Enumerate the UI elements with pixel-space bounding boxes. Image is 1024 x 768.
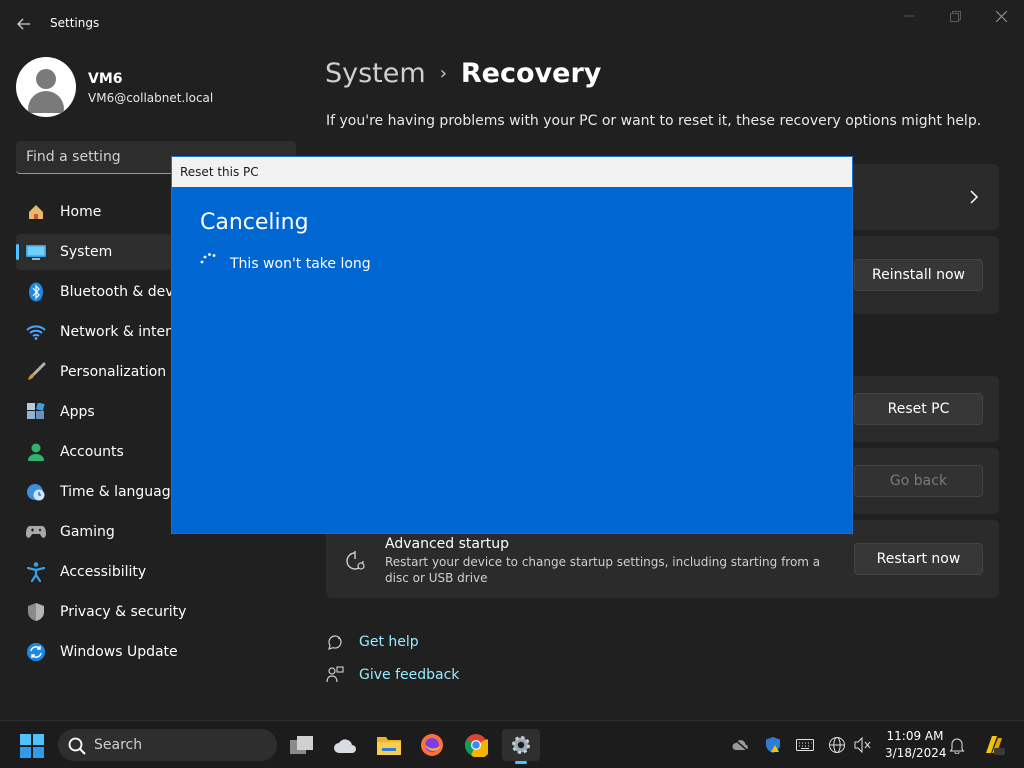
taskbar-firefox[interactable] (413, 729, 451, 761)
maximize-button[interactable] (932, 4, 978, 28)
sidebar-item-label: Privacy & security (60, 604, 187, 620)
breadcrumb-parent[interactable]: System (325, 58, 426, 89)
progress-spinner-icon (200, 253, 216, 264)
taskbar-search-label: Search (94, 737, 143, 753)
shield-icon (26, 602, 46, 622)
wifi-icon (26, 322, 46, 342)
monitor-icon (26, 242, 46, 262)
weather-icon (334, 739, 356, 753)
sidebar-item-windows-update[interactable]: Windows Update (16, 634, 296, 670)
close-button[interactable] (978, 4, 1024, 28)
taskbar-search[interactable]: Search (58, 729, 277, 761)
brush-icon (26, 362, 46, 382)
tray-volume[interactable] (854, 736, 872, 754)
sidebar-item-label: System (60, 244, 113, 260)
search-icon (68, 737, 86, 755)
page-title: Recovery (460, 58, 602, 89)
app-title: Settings (50, 16, 100, 30)
firefox-icon (421, 734, 443, 756)
apps-icon (26, 402, 46, 422)
dialog-titlebar[interactable]: Reset this PC (172, 157, 852, 187)
home-icon (26, 202, 46, 222)
windows-start-icon (20, 734, 44, 758)
start-button[interactable] (20, 734, 44, 758)
page-subtitle: If you're having problems with your PC o… (326, 113, 982, 129)
back-button[interactable] (12, 12, 36, 36)
accessibility-icon (26, 562, 46, 582)
clock-time[interactable]: 11:09 AM (885, 729, 945, 743)
restart-now-button[interactable]: Restart now (854, 543, 983, 575)
sidebar-item-label: Home (60, 204, 102, 220)
taskbar-chrome[interactable] (457, 729, 495, 761)
sidebar-item-label: Accessibility (60, 564, 147, 580)
chrome-icon (464, 734, 488, 757)
sidebar-item-accessibility[interactable]: Accessibility (16, 554, 296, 590)
volume-muted-icon (854, 737, 871, 753)
update-icon (26, 642, 46, 662)
copilot-icon (986, 736, 1005, 755)
taskbar-settings[interactable] (502, 729, 540, 764)
dialog-title: Reset this PC (180, 165, 259, 179)
get-help-link[interactable]: Get help (359, 634, 419, 650)
sidebar-item-label: Gaming (60, 524, 115, 540)
profile-name: VM6 (88, 71, 123, 87)
tray-security[interactable] (764, 736, 782, 754)
minimize-icon (904, 15, 914, 17)
security-icon (766, 737, 780, 753)
reset-pc-dialog: Reset this PC Canceling This won't take … (171, 156, 853, 534)
dialog-message: This won't take long (230, 256, 371, 272)
person-icon (26, 442, 46, 462)
close-icon (995, 10, 1007, 22)
profile-email: VM6@collabnet.local (88, 91, 214, 105)
minimize-button[interactable] (886, 4, 932, 28)
dialog-heading: Canceling (200, 210, 309, 235)
notifications-icon (949, 738, 965, 754)
back-arrow-icon (17, 18, 30, 30)
tray-notifications[interactable] (948, 736, 966, 754)
task-view-icon (290, 736, 313, 754)
sidebar-item-label: Personalization (60, 364, 167, 380)
taskbar-file-explorer[interactable] (370, 729, 408, 761)
go-back-button[interactable]: Go back (854, 465, 983, 497)
tray-keyboard[interactable] (796, 736, 814, 754)
sidebar-item-label: Windows Update (60, 644, 178, 660)
file-explorer-icon (377, 737, 401, 755)
chevron-right-icon (970, 190, 979, 204)
advanced-startup-icon (346, 551, 365, 570)
clock-date[interactable]: 3/18/2024 (885, 746, 947, 760)
keyboard-icon (796, 739, 814, 751)
advanced-startup-title: Advanced startup (385, 536, 509, 552)
cloud-offline-icon (732, 738, 749, 752)
sidebar-item-privacy-security[interactable]: Privacy & security (16, 594, 296, 630)
give-feedback-link[interactable]: Give feedback (359, 667, 459, 683)
gamepad-icon (26, 522, 46, 542)
tray-language[interactable] (828, 736, 846, 754)
taskbar-task-view[interactable] (283, 729, 321, 761)
avatar (16, 57, 76, 117)
user-profile[interactable]: VM6 VM6@collabnet.local (16, 57, 296, 117)
sidebar-item-label: Time & language (60, 484, 180, 500)
title-bar: Settings (0, 0, 1024, 48)
taskbar: Search 11:09 AM 3/18/2024 (0, 720, 1024, 768)
tray-copilot[interactable] (982, 733, 1006, 757)
language-icon (829, 737, 845, 753)
tray-onedrive[interactable] (732, 736, 750, 754)
sidebar-item-label: Apps (60, 404, 95, 420)
sidebar-item-label: Accounts (60, 444, 124, 460)
reset-pc-button[interactable]: Reset PC (854, 393, 983, 425)
reinstall-now-button[interactable]: Reinstall now (854, 259, 983, 291)
breadcrumb-separator: › (439, 63, 447, 84)
help-icon (328, 635, 342, 650)
advanced-startup-description: Restart your device to change startup se… (385, 555, 821, 585)
restore-icon (949, 10, 961, 22)
bluetooth-icon (26, 282, 46, 302)
feedback-icon (326, 666, 344, 683)
breadcrumb: System › Recovery (325, 58, 601, 89)
settings-icon (512, 736, 530, 754)
taskbar-weather[interactable] (327, 729, 365, 761)
globe-clock-icon (26, 482, 46, 502)
